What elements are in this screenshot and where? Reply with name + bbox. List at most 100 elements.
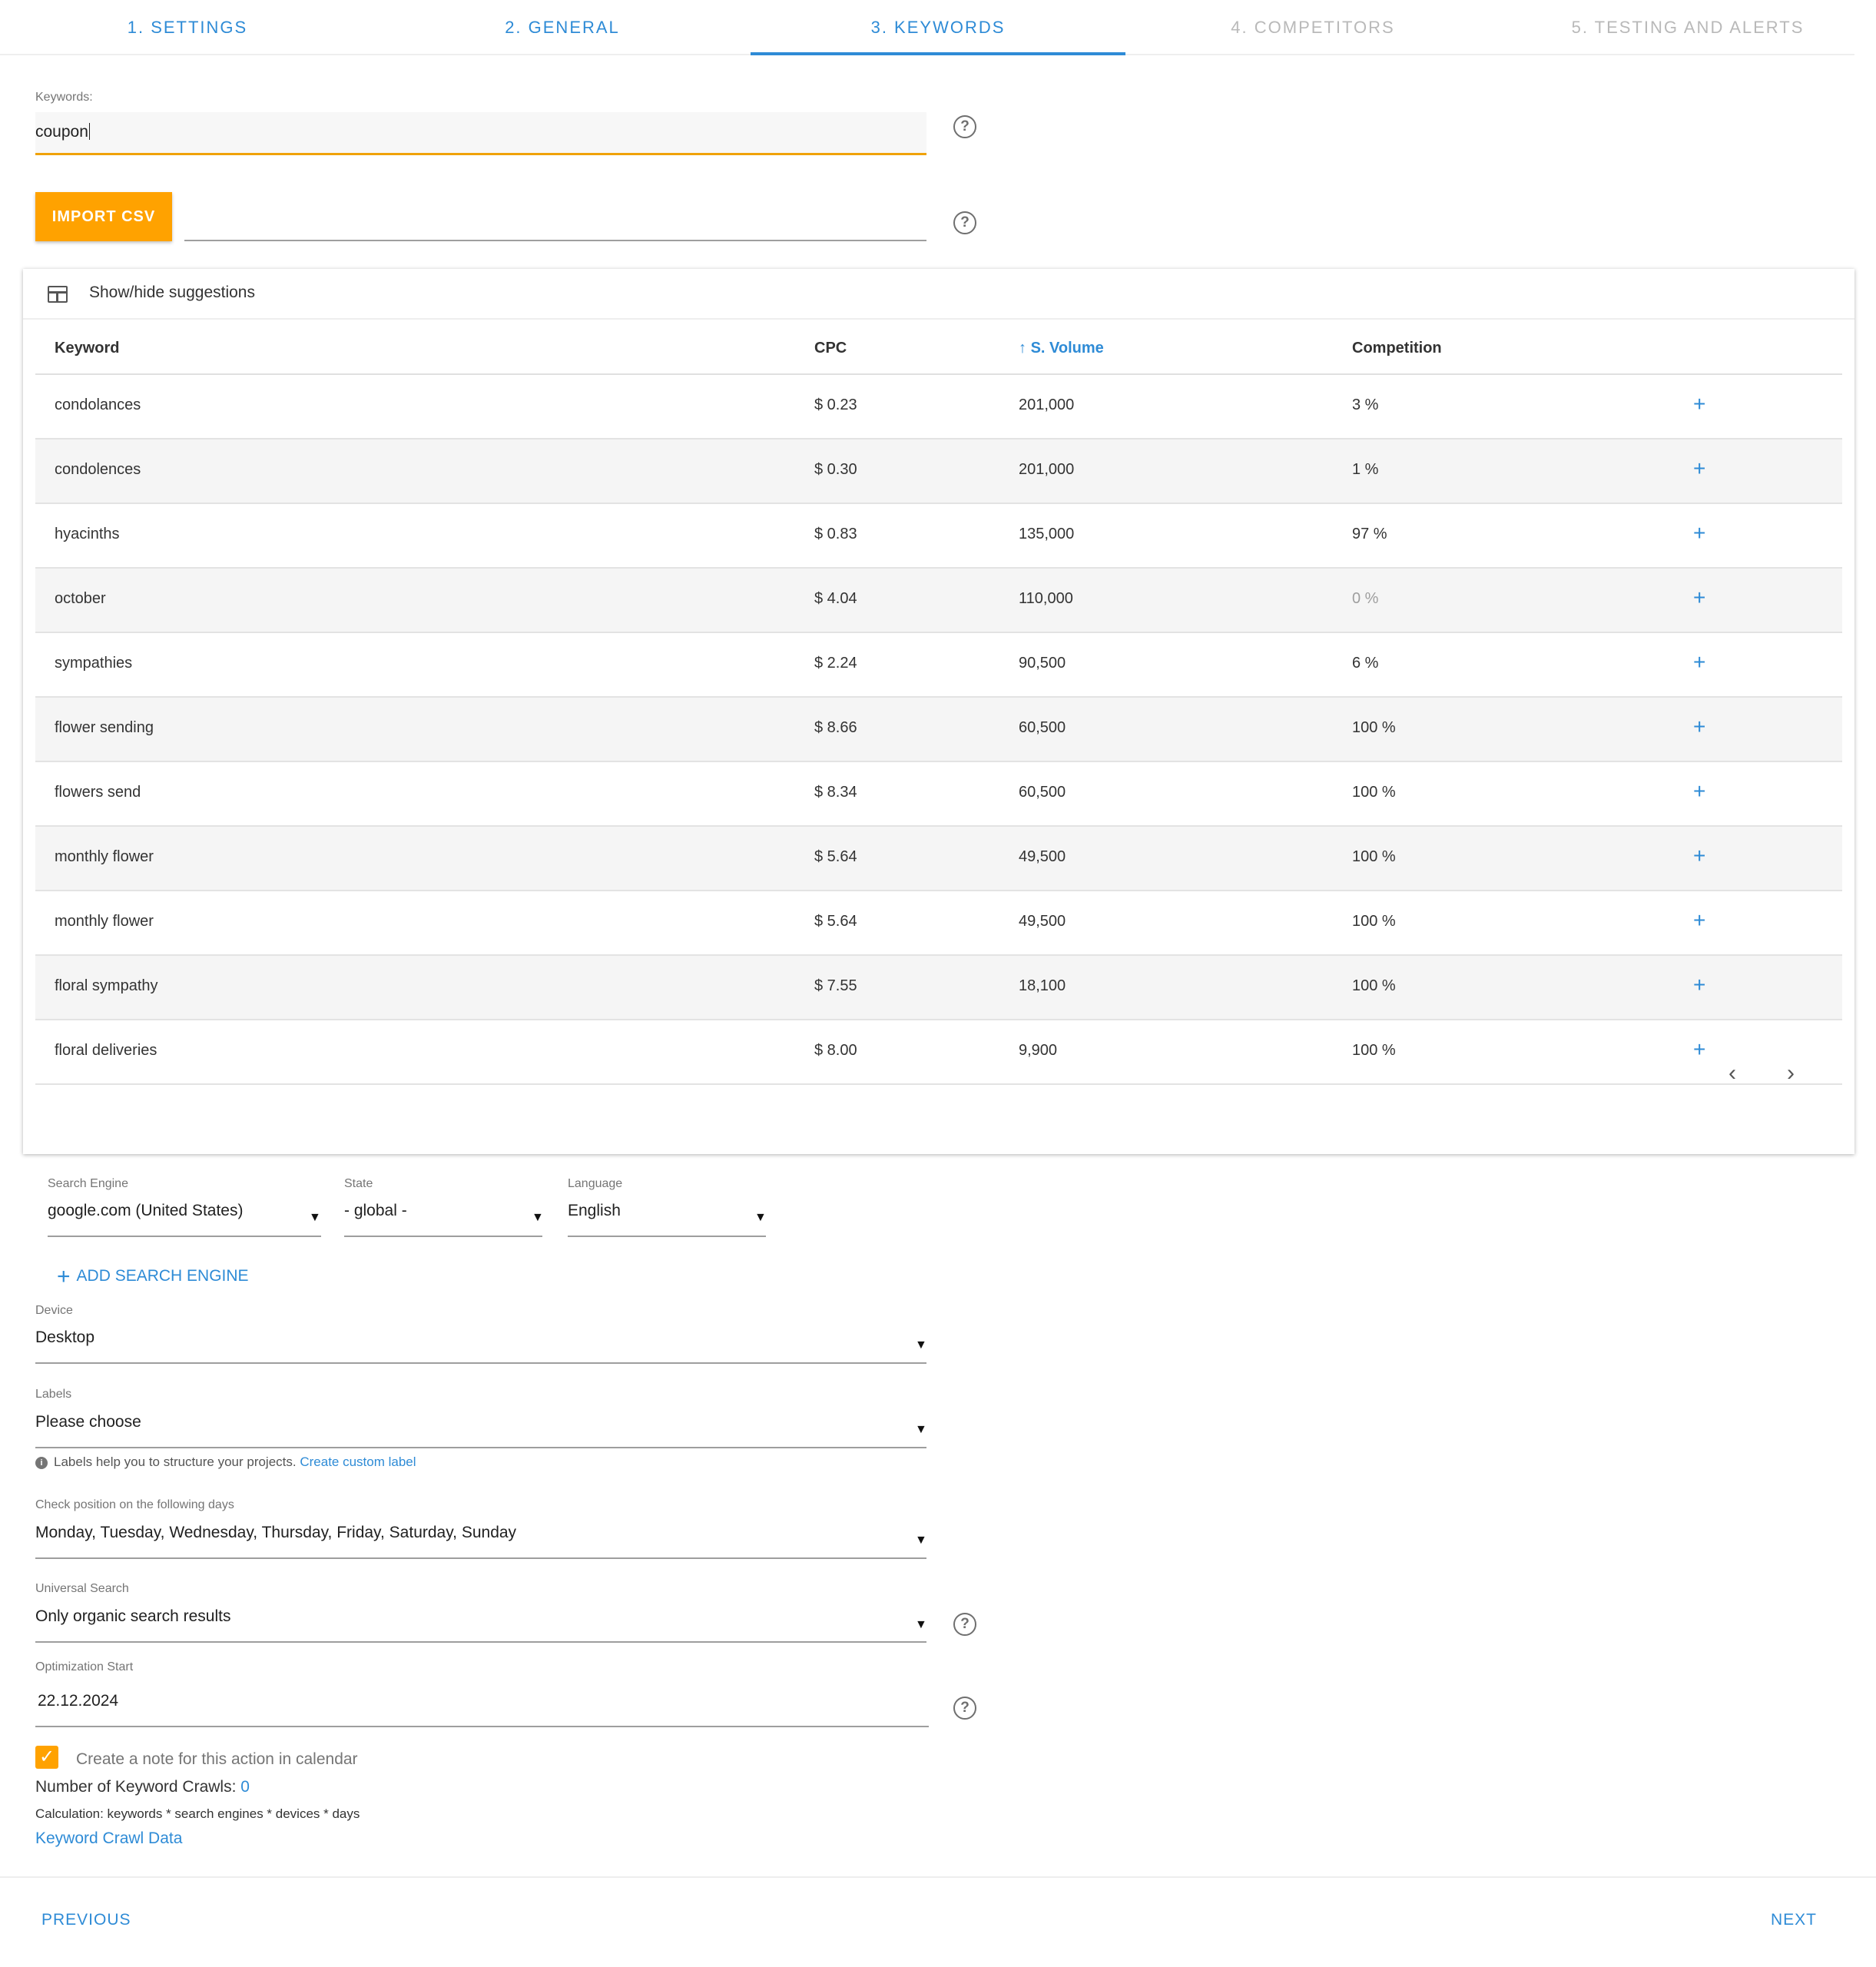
keyword-crawl-data-link[interactable]: Keyword Crawl Data	[35, 1829, 182, 1848]
tab-competitors[interactable]: 4. COMPETITORS	[1125, 0, 1500, 55]
language-select[interactable]	[568, 1236, 766, 1237]
column-volume[interactable]: ↑ S. Volume	[1019, 340, 1104, 357]
state-label: State	[344, 1177, 373, 1190]
device-select[interactable]	[35, 1362, 926, 1364]
column-cpc[interactable]: CPC	[814, 340, 847, 357]
labels-hint-text: Labels help you to structure your projec…	[54, 1455, 297, 1469]
cell-keyword: monthly flower	[55, 848, 154, 865]
language-dropdown-icon[interactable]: ▼	[754, 1211, 767, 1225]
cell-competition: 97 %	[1352, 526, 1387, 542]
column-competition[interactable]: Competition	[1352, 340, 1442, 357]
add-keyword-icon[interactable]: +	[1693, 393, 1705, 415]
cell-keyword: monthly flower	[55, 913, 154, 930]
keywords-input[interactable]: coupon	[35, 112, 926, 155]
cell-cpc: $ 5.64	[814, 848, 857, 865]
create-custom-label-link[interactable]: Create custom label	[300, 1455, 416, 1469]
labels-label: Labels	[35, 1388, 72, 1401]
universal-search-help-icon[interactable]: ?	[953, 1613, 976, 1636]
language-value: English	[568, 1202, 621, 1219]
tab-settings[interactable]: 1. SETTINGS	[0, 0, 375, 55]
cell-competition: 1 %	[1352, 461, 1379, 478]
add-search-engine-button[interactable]: + ADD SEARCH ENGINE	[57, 1264, 249, 1290]
table-row: monthly flower $ 5.64 49,500 100 % +	[35, 891, 1842, 956]
cell-cpc: $ 0.83	[814, 526, 857, 542]
cell-keyword: sympathies	[55, 655, 133, 672]
create-note-label: Create a note for this action in calenda…	[76, 1750, 358, 1768]
import-file-field[interactable]	[184, 240, 926, 241]
device-value: Desktop	[35, 1328, 95, 1346]
optimization-start-label: Optimization Start	[35, 1660, 134, 1673]
suggestions-toggle-label: Show/hide suggestions	[89, 284, 255, 301]
universal-search-select[interactable]	[35, 1641, 926, 1643]
cell-keyword: condolances	[55, 396, 141, 413]
previous-page-icon[interactable]: ‹	[1729, 1060, 1736, 1086]
cell-competition: 100 %	[1352, 1042, 1396, 1059]
state-select[interactable]	[344, 1236, 542, 1237]
keyword-crawls: Number of Keyword Crawls: 0	[35, 1778, 250, 1796]
add-keyword-icon[interactable]: +	[1693, 1039, 1705, 1060]
table-row: hyacinths $ 0.83 135,000 97 % +	[35, 504, 1842, 569]
cell-cpc: $ 8.00	[814, 1042, 857, 1059]
days-select[interactable]	[35, 1557, 926, 1559]
search-engine-value: google.com (United States)	[48, 1202, 244, 1219]
cell-cpc: $ 5.64	[814, 913, 857, 930]
add-keyword-icon[interactable]: +	[1693, 458, 1705, 479]
add-keyword-icon[interactable]: +	[1693, 781, 1705, 802]
cell-volume: 49,500	[1019, 848, 1066, 865]
next-page-icon[interactable]: ›	[1787, 1060, 1795, 1086]
cell-competition: 100 %	[1352, 784, 1396, 801]
keywords-help-icon[interactable]: ?	[953, 115, 976, 138]
add-keyword-icon[interactable]: +	[1693, 910, 1705, 931]
cell-competition: 100 %	[1352, 848, 1396, 865]
column-keyword[interactable]: Keyword	[55, 340, 119, 357]
add-keyword-icon[interactable]: +	[1693, 587, 1705, 609]
language-label: Language	[568, 1177, 623, 1190]
footer-divider	[0, 1876, 1876, 1878]
cell-volume: 60,500	[1019, 784, 1066, 801]
next-button[interactable]: NEXT	[1771, 1911, 1817, 1929]
table-row: flowers send $ 8.34 60,500 100 % +	[35, 762, 1842, 827]
cell-volume: 49,500	[1019, 913, 1066, 930]
search-engine-dropdown-icon[interactable]: ▼	[309, 1211, 321, 1225]
tab-keywords[interactable]: 3. KEYWORDS	[751, 0, 1125, 55]
add-keyword-icon[interactable]: +	[1693, 652, 1705, 673]
cell-competition: 100 %	[1352, 913, 1396, 930]
state-dropdown-icon[interactable]: ▼	[532, 1211, 544, 1225]
tab-general[interactable]: 2. GENERAL	[375, 0, 750, 55]
cell-keyword: floral sympathy	[55, 977, 158, 994]
keyword-crawls-count: 0	[240, 1778, 250, 1796]
previous-button[interactable]: PREVIOUS	[41, 1911, 131, 1929]
add-keyword-icon[interactable]: +	[1693, 845, 1705, 867]
cell-cpc: $ 2.24	[814, 655, 857, 672]
keywords-input-value: coupon	[35, 123, 88, 141]
labels-dropdown-icon[interactable]: ▼	[915, 1423, 927, 1437]
suggestions-toggle[interactable]: Show/hide suggestions	[23, 269, 1854, 320]
universal-search-value: Only organic search results	[35, 1607, 231, 1625]
cell-competition: 3 %	[1352, 396, 1379, 413]
plus-icon: +	[57, 1264, 71, 1289]
add-keyword-icon[interactable]: +	[1693, 522, 1705, 544]
import-csv-button[interactable]: IMPORT CSV	[35, 192, 172, 241]
table-body: condolances $ 0.23 201,000 3 % + condolences $…	[35, 375, 1842, 1085]
table-header: Keyword CPC ↑ S. Volume Competition	[35, 323, 1842, 375]
optimization-start-input[interactable]	[35, 1726, 929, 1727]
wizard-tabs: 1. SETTINGS 2. GENERAL 3. KEYWORDS 4. CO…	[0, 0, 1854, 55]
universal-search-dropdown-icon[interactable]: ▼	[915, 1618, 927, 1632]
text-cursor	[88, 123, 90, 140]
device-dropdown-icon[interactable]: ▼	[915, 1338, 927, 1352]
labels-select[interactable]	[35, 1447, 926, 1448]
add-keyword-icon[interactable]: +	[1693, 716, 1705, 738]
table-row: monthly flower $ 5.64 49,500 100 % +	[35, 827, 1842, 891]
arrow-up-icon: ↑	[1019, 340, 1026, 357]
cell-cpc: $ 4.04	[814, 590, 857, 607]
cell-keyword: hyacinths	[55, 526, 120, 542]
tab-testing-and-alerts[interactable]: 5. TESTING AND ALERTS	[1500, 0, 1875, 55]
import-help-icon[interactable]: ?	[953, 211, 976, 234]
days-dropdown-icon[interactable]: ▼	[915, 1534, 927, 1547]
create-note-checkbox[interactable]: ✓	[35, 1746, 58, 1769]
cell-keyword: condolences	[55, 461, 141, 478]
optimization-start-help-icon[interactable]: ?	[953, 1697, 976, 1720]
add-keyword-icon[interactable]: +	[1693, 974, 1705, 996]
search-engine-select[interactable]	[48, 1236, 321, 1237]
labels-value: Please choose	[35, 1413, 141, 1431]
